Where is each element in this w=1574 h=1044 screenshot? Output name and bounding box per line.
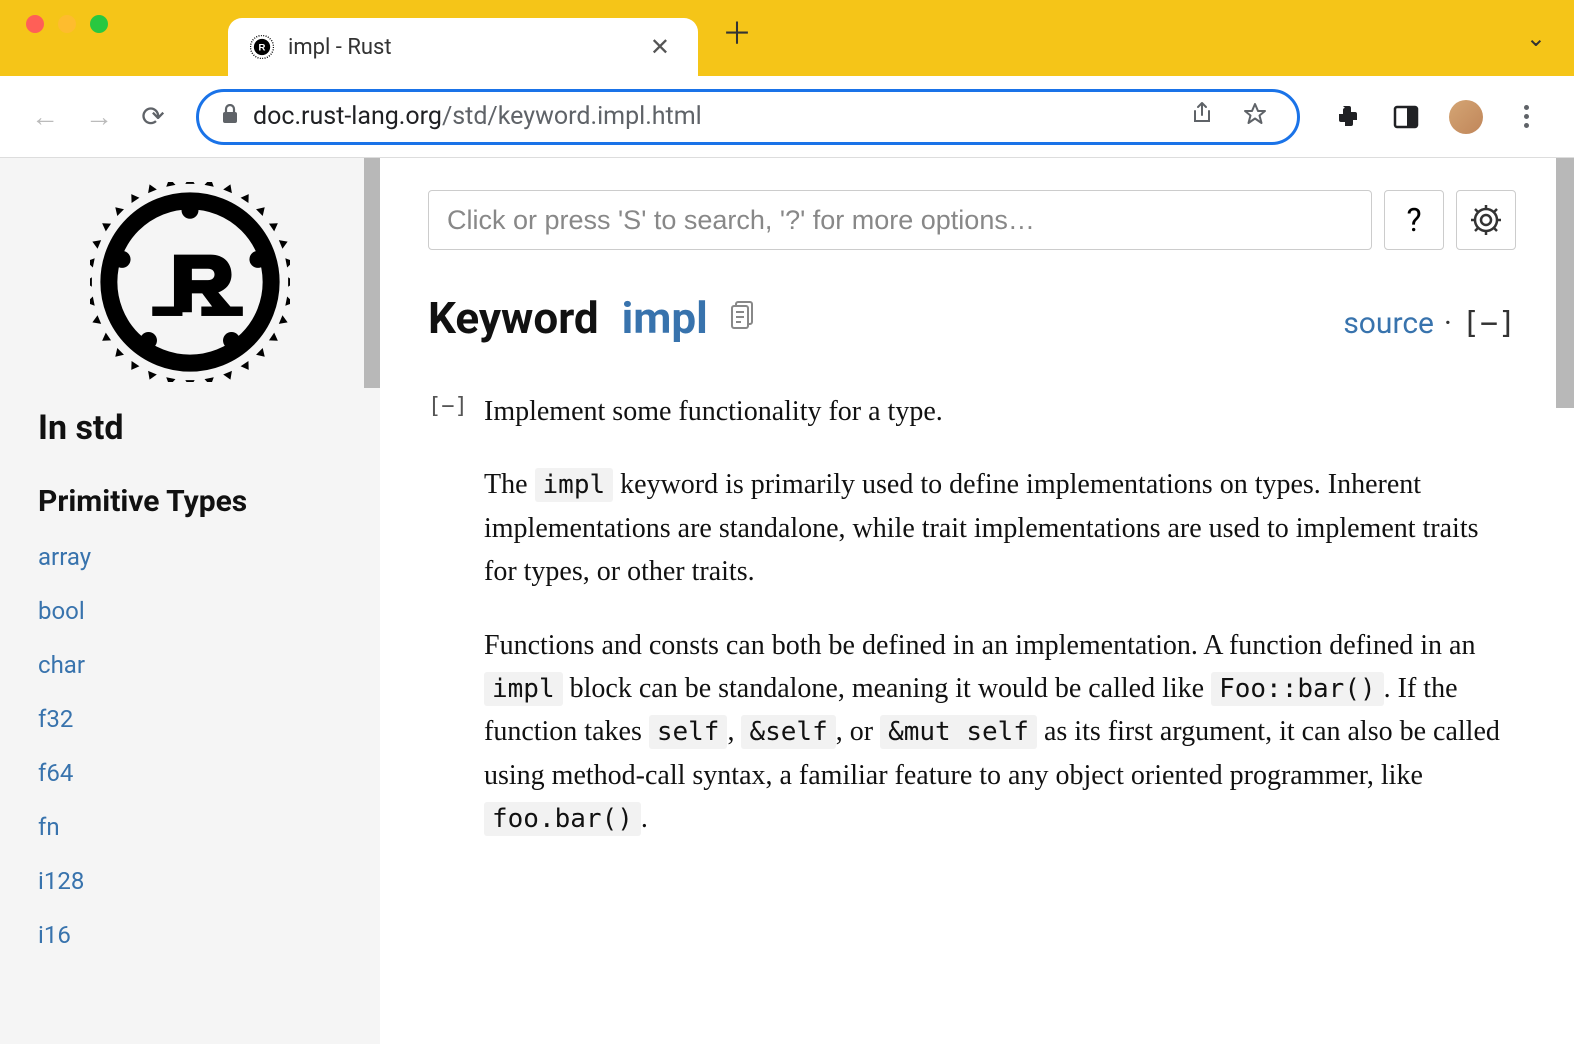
doc-summary: Implement some functionality for a type.	[484, 390, 1516, 433]
heading-prefix: Keyword	[428, 292, 599, 344]
extensions-icon[interactable]	[1324, 95, 1368, 139]
source-link[interactable]: source	[1343, 306, 1434, 341]
copy-path-icon[interactable]	[730, 300, 756, 337]
tab-title: impl - Rust	[288, 35, 630, 60]
sidebar-item-i128[interactable]: i128	[38, 867, 342, 895]
new-tab-button[interactable]: ＋	[722, 9, 752, 53]
section-toggle-button[interactable]: [−]	[428, 390, 464, 871]
sidebar-scrollbar[interactable]	[364, 158, 380, 388]
browser-chrome: R impl - Rust ✕ ＋ ⌄ ← → ⟳ doc.rust-lang.…	[0, 0, 1574, 158]
code-self: self	[649, 715, 728, 749]
svg-text:R: R	[259, 42, 266, 53]
doc-body: [−] Implement some functionality for a t…	[428, 390, 1516, 871]
browser-menu-button[interactable]	[1504, 95, 1548, 139]
doc-paragraph-2: Functions and consts can both be defined…	[484, 624, 1516, 841]
heading-keyword-name: impl	[622, 292, 708, 344]
page-content: In std Primitive Types array bool char f…	[0, 158, 1574, 1044]
tab-favicon-rust-icon: R	[250, 35, 274, 59]
gear-icon	[1470, 204, 1502, 236]
tab-overflow[interactable]: ⌄	[1526, 24, 1546, 52]
back-button[interactable]: ←	[22, 94, 68, 140]
sidebar-item-char[interactable]: char	[38, 651, 342, 679]
help-button[interactable]: ?	[1384, 190, 1444, 250]
lock-icon	[221, 104, 239, 129]
doc-text: Implement some functionality for a type.…	[484, 390, 1516, 871]
code-impl: impl	[484, 672, 563, 706]
bookmark-star-icon[interactable]	[1235, 102, 1275, 132]
window-maximize-button[interactable]	[90, 15, 108, 33]
tab-close-icon[interactable]: ✕	[644, 33, 676, 61]
sidebar-crate-heading: In std	[38, 408, 342, 448]
sidebar-item-i16[interactable]: i16	[38, 921, 342, 949]
profile-avatar[interactable]	[1444, 95, 1488, 139]
code-foo-dot-bar: foo.bar()	[484, 802, 641, 836]
settings-button[interactable]	[1456, 190, 1516, 250]
main-content: ? Keyword impl	[380, 158, 1574, 1044]
page-heading: Keyword impl source · [−]	[428, 292, 1516, 344]
window-controls	[26, 0, 228, 76]
tab-strip: R impl - Rust ✕ ＋ ⌄	[0, 0, 1574, 76]
side-panel-icon[interactable]	[1384, 95, 1428, 139]
code-mut-self: &mut self	[880, 715, 1037, 749]
share-icon[interactable]	[1183, 101, 1221, 133]
sidebar: In std Primitive Types array bool char f…	[0, 158, 380, 1044]
sidebar-item-bool[interactable]: bool	[38, 597, 342, 625]
code-ref-self: &self	[741, 715, 835, 749]
browser-tab[interactable]: R impl - Rust ✕	[228, 18, 698, 76]
url-text: doc.rust-lang.org/std/keyword.impl.html	[253, 102, 1169, 131]
search-row: ?	[428, 190, 1516, 250]
sidebar-item-fn[interactable]: fn	[38, 813, 342, 841]
search-input[interactable]	[428, 190, 1372, 250]
main-scrollbar[interactable]	[1556, 158, 1574, 408]
browser-toolbar: ← → ⟳ doc.rust-lang.org/std/keyword.impl…	[0, 76, 1574, 158]
sidebar-section-heading: Primitive Types	[38, 484, 342, 519]
forward-button[interactable]: →	[76, 94, 122, 140]
kebab-icon	[1524, 105, 1529, 128]
doc-paragraph-1: The impl keyword is primarily used to de…	[484, 463, 1516, 593]
code-foo-bar: Foo::bar()	[1211, 672, 1384, 706]
window-close-button[interactable]	[26, 15, 44, 33]
code-impl: impl	[535, 468, 614, 502]
chevron-down-icon: ⌄	[1526, 24, 1546, 52]
rust-logo-icon[interactable]	[90, 182, 290, 382]
sidebar-item-array[interactable]: array	[38, 543, 342, 571]
window-minimize-button[interactable]	[58, 15, 76, 33]
collapse-all-button[interactable]: [−]	[1462, 306, 1516, 341]
dot-separator: ·	[1444, 306, 1452, 341]
address-bar[interactable]: doc.rust-lang.org/std/keyword.impl.html	[196, 89, 1300, 145]
sidebar-item-f64[interactable]: f64	[38, 759, 342, 787]
reload-button[interactable]: ⟳	[130, 94, 176, 140]
sidebar-item-f32[interactable]: f32	[38, 705, 342, 733]
